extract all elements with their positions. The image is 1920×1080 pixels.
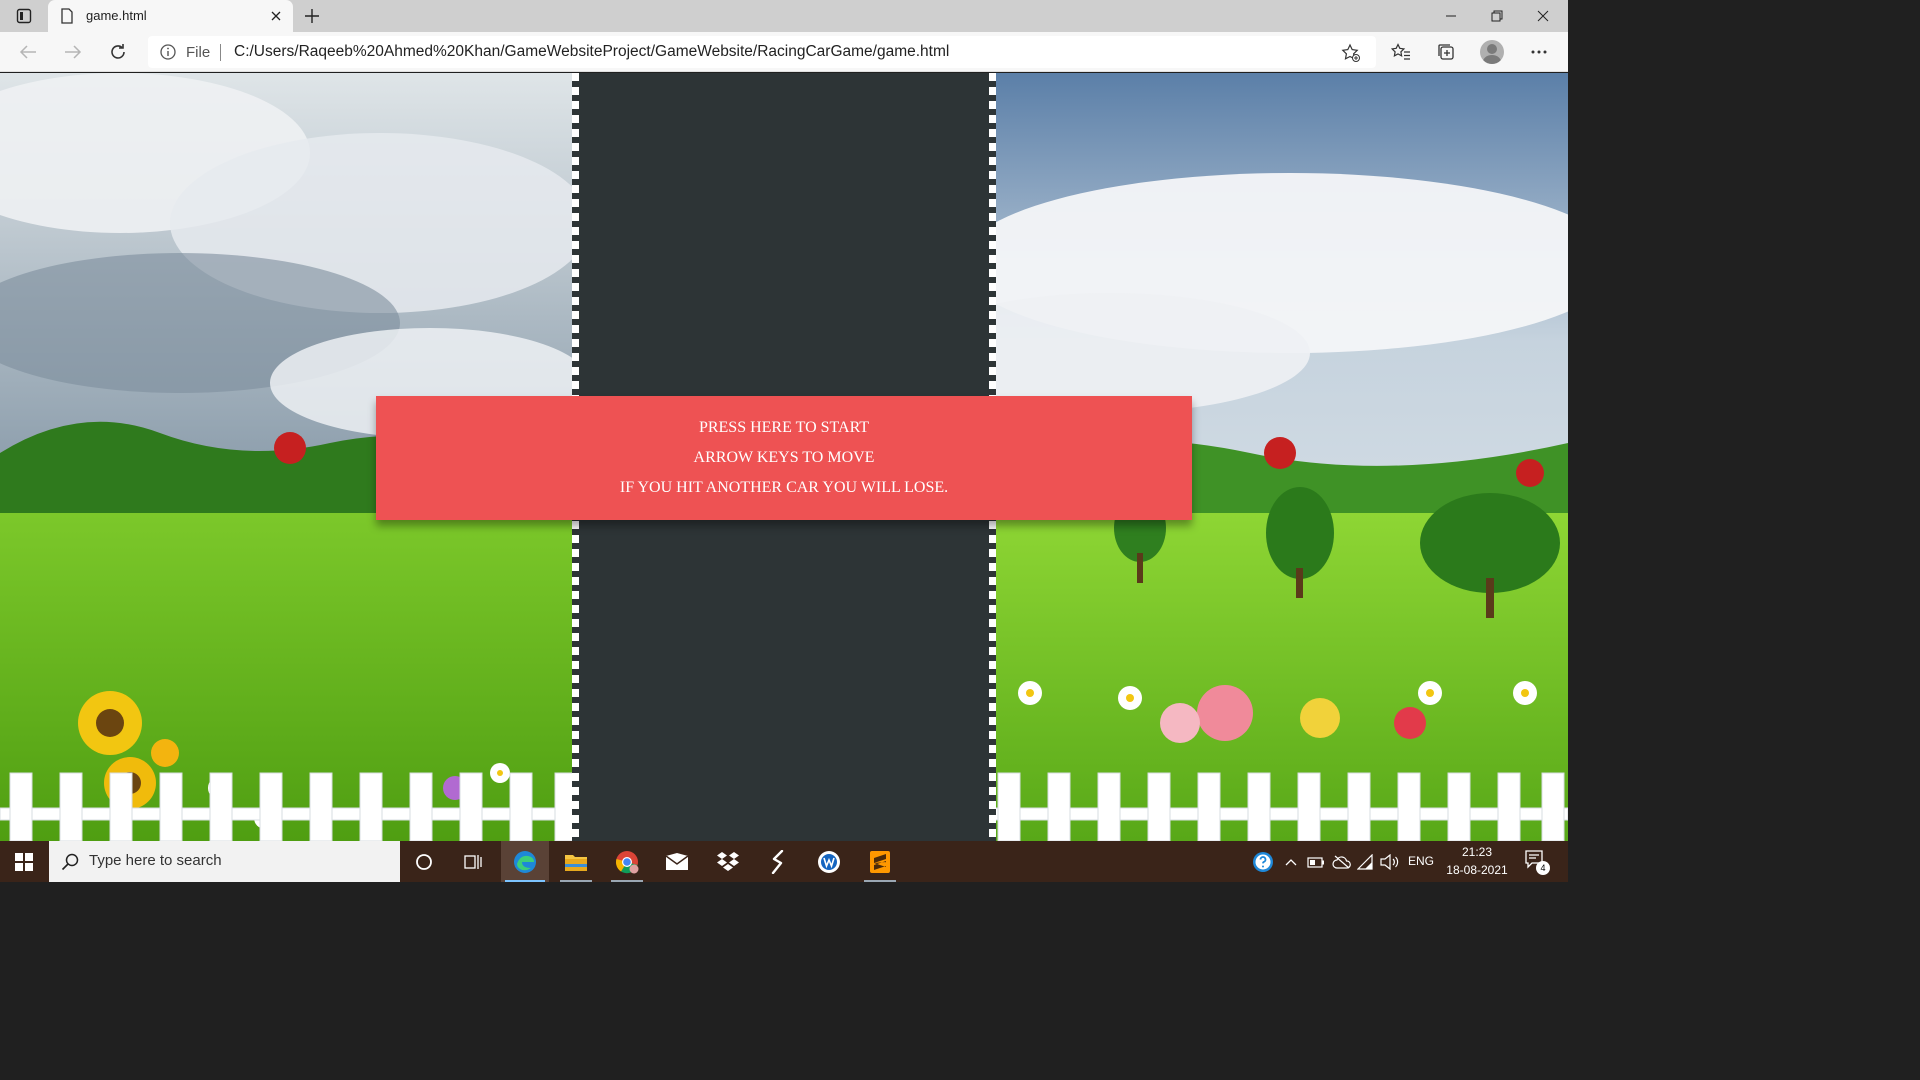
input-language-indicator[interactable]: ENG [1408,854,1434,868]
clock-date[interactable]: 18-08-2021 [1446,863,1508,877]
app-s-icon [771,849,784,874]
favorites-button[interactable] [1386,38,1416,66]
clock-time[interactable]: 21:23 [1446,845,1508,859]
network-tray-button[interactable] [1355,851,1377,873]
tab-close-button[interactable] [266,6,286,26]
help-icon [1253,852,1273,872]
page-icon [61,8,73,24]
back-arrow-icon [19,45,36,59]
volume-tray-button[interactable] [1379,851,1401,873]
restore-icon [1491,10,1503,22]
close-icon [271,11,281,21]
start-instruction: PRESS HERE TO START [698,419,870,436]
taskbar-app-w[interactable] [805,841,853,882]
chevron-up-icon [1285,859,1297,866]
sublime-text-icon [870,850,890,873]
site-info-label[interactable]: File [186,44,210,61]
onedrive-tray-button[interactable] [1331,851,1353,873]
battery-icon [1307,857,1324,868]
show-hidden-icons-button[interactable] [1280,851,1302,873]
tab-actions-icon [16,8,32,24]
taskbar-file-explorer[interactable] [552,841,600,882]
forward-arrow-icon [65,45,82,59]
help-tray-button[interactable] [1252,851,1274,873]
add-favorite-button[interactable] [1338,40,1364,66]
info-icon[interactable] [160,44,176,60]
task-view-button[interactable] [450,841,498,882]
window-close-button[interactable] [1520,0,1566,32]
battery-tray-button[interactable] [1305,851,1327,873]
favorites-icon [1391,43,1410,60]
more-icon [1531,50,1547,54]
notification-count-badge: 4 [1536,861,1550,875]
search-placeholder: Type here to search [89,852,222,869]
taskbar-app-s[interactable] [754,841,802,882]
task-view-icon [464,854,482,869]
refresh-button[interactable] [104,38,132,66]
wifi-icon [1357,854,1373,870]
back-button[interactable] [14,38,42,66]
controls-instruction: ARROW KEYS TO MOVE [693,449,875,466]
divider [220,44,221,61]
action-center-button[interactable]: 4 [1522,849,1550,875]
browser-tab[interactable]: game.html [48,0,293,32]
taskbar-sublime-text[interactable] [856,841,904,882]
forward-button[interactable] [59,38,87,66]
windows-taskbar: Type here to search ENG 21:23 18-08-2021… [0,841,1568,882]
windows-logo-icon [15,852,33,871]
restore-button[interactable] [1474,0,1520,32]
game-viewport: PRESS HERE TO START ARROW KEYS TO MOVE I… [0,73,1568,841]
taskbar-mail[interactable] [653,841,701,882]
settings-more-button[interactable] [1524,38,1554,66]
app-w-icon [818,850,840,873]
taskbar-search-box[interactable]: Type here to search [49,841,400,882]
refresh-icon [111,44,125,59]
tab-title: game.html [86,8,147,23]
close-icon [1537,10,1549,22]
plus-icon [305,9,319,23]
profile-avatar[interactable] [1480,40,1504,64]
cortana-button[interactable] [400,841,448,882]
cloud-offline-icon [1332,855,1351,869]
minimize-icon [1446,15,1456,17]
taskbar-dropbox[interactable] [704,841,752,882]
edge-icon [514,850,536,873]
address-bar[interactable]: File C:/Users/Raqeeb%20Ahmed%20Khan/Game… [148,36,1376,68]
tab-actions-button[interactable] [10,5,38,27]
windows-start-button[interactable] [0,841,48,882]
search-icon [61,853,79,871]
star-add-icon [1341,43,1360,62]
file-explorer-icon [565,854,587,871]
lose-condition-instruction: IF YOU HIT ANOTHER CAR YOU WILL LOSE. [619,479,949,496]
collections-button[interactable] [1431,38,1461,66]
speaker-icon [1380,854,1399,870]
dropbox-icon [717,851,739,871]
mail-icon [665,852,689,870]
chrome-icon [615,850,639,873]
taskbar-chrome[interactable] [603,841,651,882]
collections-icon [1438,44,1454,60]
start-game-button[interactable]: PRESS HERE TO START ARROW KEYS TO MOVE I… [376,396,1192,520]
cortana-icon [416,853,432,870]
new-tab-button[interactable] [300,4,324,28]
minimize-button[interactable] [1428,0,1474,32]
taskbar-edge[interactable] [501,841,549,882]
browser-tab-strip: game.html [0,0,1568,32]
browser-toolbar: File C:/Users/Raqeeb%20Ahmed%20Khan/Game… [0,32,1568,72]
url-text[interactable]: C:/Users/Raqeeb%20Ahmed%20Khan/GameWebsi… [234,43,949,61]
